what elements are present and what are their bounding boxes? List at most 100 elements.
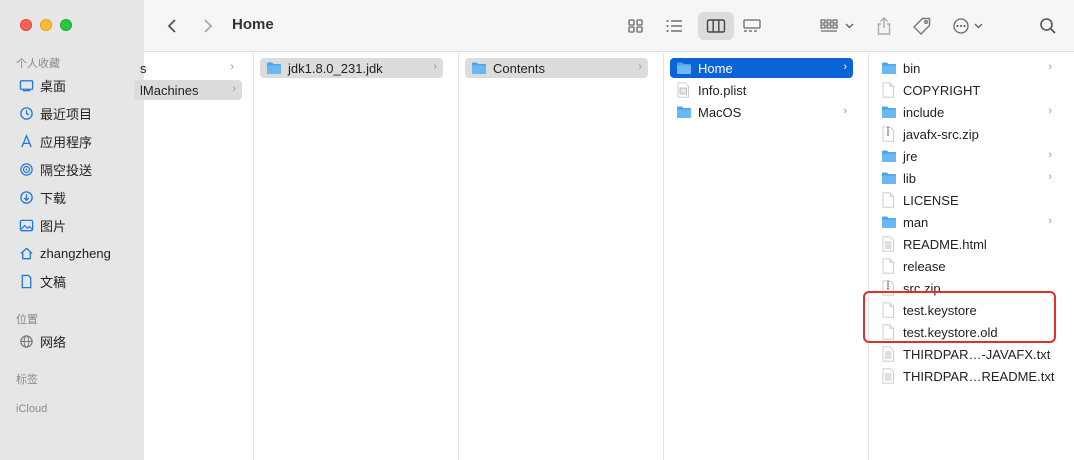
chevron-right-icon: › [1048,149,1052,161]
folder-icon [881,171,897,185]
minimize-window-button[interactable] [40,19,52,31]
clock-icon [18,105,34,121]
close-window-button[interactable] [20,19,32,31]
chevron-right-icon: › [1048,105,1052,117]
gallery-view-button[interactable] [738,12,766,40]
column-row[interactable]: s › [134,58,240,78]
file-icon [881,258,897,274]
file-row[interactable]: THIRDPAR…README.txt [875,366,1058,386]
file-row[interactable]: javafx-src.zip [875,124,1058,144]
search-button[interactable] [1034,12,1062,40]
back-button[interactable] [160,12,184,40]
file-row[interactable]: MacOS › [670,102,853,122]
sidebar-section-icloud[interactable]: iCloud [16,403,47,415]
file-icon [881,82,897,98]
file-row[interactable]: lib › [875,168,1058,188]
file-row-label: bin [903,60,921,76]
desktop-icon [18,77,34,93]
sidebar-item-downloads[interactable]: 下载 [0,186,144,208]
file-icon [881,192,897,208]
file-row-label: javafx-src.zip [903,126,979,142]
file-row[interactable]: release [875,256,1058,276]
window-title: Home [232,16,274,33]
folder-icon [881,215,897,229]
sidebar-item-home[interactable]: zhangzheng [0,242,144,264]
column-view-button[interactable] [698,12,734,40]
folder-icon [881,105,897,119]
column-1: s › lMachines › [134,53,254,460]
grid-icon [628,19,643,33]
file-row-label: Contents [493,60,546,76]
file-row-label: MacOS [698,104,742,120]
sidebar-item-applications[interactable]: 应用程序 [0,130,144,152]
action-menu-button[interactable] [950,12,990,40]
file-row[interactable]: Contents › [465,58,648,78]
home-icon [18,245,34,261]
forward-button[interactable] [196,12,220,40]
file-row[interactable]: man › [875,212,1058,232]
sidebar-item-recents[interactable]: 最近项目 [0,102,144,124]
list-view-button[interactable] [660,12,688,40]
file-row[interactable]: include › [875,102,1058,122]
apps-icon [18,133,34,149]
sidebar-section-favorites: 个人收藏 [16,58,60,70]
chevron-right-icon [204,19,213,33]
search-icon [1040,18,1056,34]
row-label: lMachines [140,82,199,98]
sidebar-section-tags[interactable]: 标签 [16,371,38,387]
column-browser: s › lMachines › jdk1.8.0_231.jdk › Conten… [134,53,1074,460]
share-button[interactable] [872,12,896,40]
ellipsis-circle-icon [953,18,983,34]
sidebar-item-label: 应用程序 [40,134,93,150]
sidebar-item-label: 最近项目 [40,106,93,122]
icon-view-button[interactable] [622,12,650,40]
file-row-label: THIRDPAR…README.txt [903,368,1055,384]
document-icon [18,273,34,289]
group-by-button[interactable] [816,12,860,40]
sidebar: 个人收藏 桌面 最近项目 应用程序 隔空投送 下载 图片 zhangzheng [0,0,144,460]
sidebar-item-desktop[interactable]: 桌面 [0,74,144,96]
share-icon [877,17,891,35]
sidebar-item-airdrop[interactable]: 隔空投送 [0,158,144,180]
column-4: Home › Info.plist MacOS › [664,53,869,460]
file-row[interactable]: jdk1.8.0_231.jdk › [260,58,443,78]
text-file-icon [881,346,897,362]
file-row-label: jdk1.8.0_231.jdk [288,60,383,76]
folder-icon [881,61,897,75]
sidebar-item-network[interactable]: 网络 [0,330,144,352]
file-row-label: Home [698,60,733,76]
toolbar: Home [144,0,1074,52]
sidebar-item-label: 下载 [40,190,67,206]
file-row[interactable]: COPYRIGHT [875,80,1058,100]
file-row[interactable]: Home › [670,58,853,78]
text-file-icon [881,368,897,384]
column-5: bin › COPYRIGHT include › javafx-src.zip jre › l… [869,53,1074,460]
sidebar-item-documents[interactable]: 文稿 [0,270,144,292]
column-row[interactable]: lMachines › [134,80,242,100]
zoom-window-button[interactable] [60,19,72,31]
file-row-label: release [903,258,946,274]
file-row[interactable]: jre › [875,146,1058,166]
file-row[interactable]: README.html [875,234,1058,254]
folder-icon [881,149,897,163]
download-icon [18,189,34,205]
chevron-right-icon: › [1048,215,1052,227]
file-row-label: COPYRIGHT [903,82,981,98]
folder-icon [676,105,692,119]
folder-icon [266,61,282,75]
file-row[interactable]: Info.plist [670,80,853,100]
sidebar-item-label: 文稿 [40,274,67,290]
file-row-label: THIRDPAR…-JAVAFX.txt [903,346,1051,362]
chevron-left-icon [167,19,176,33]
file-row-label: jre [903,148,918,164]
folder-icon [676,61,692,75]
list-icon [666,20,682,32]
sidebar-item-label: zhangzheng [40,245,111,261]
file-row[interactable]: LICENSE [875,190,1058,210]
group-icon [820,19,854,32]
chevron-right-icon: › [843,61,847,73]
file-row[interactable]: bin › [875,58,1058,78]
sidebar-item-pictures[interactable]: 图片 [0,214,144,236]
file-row[interactable]: THIRDPAR…-JAVAFX.txt [875,344,1058,364]
tags-button[interactable] [908,12,936,40]
